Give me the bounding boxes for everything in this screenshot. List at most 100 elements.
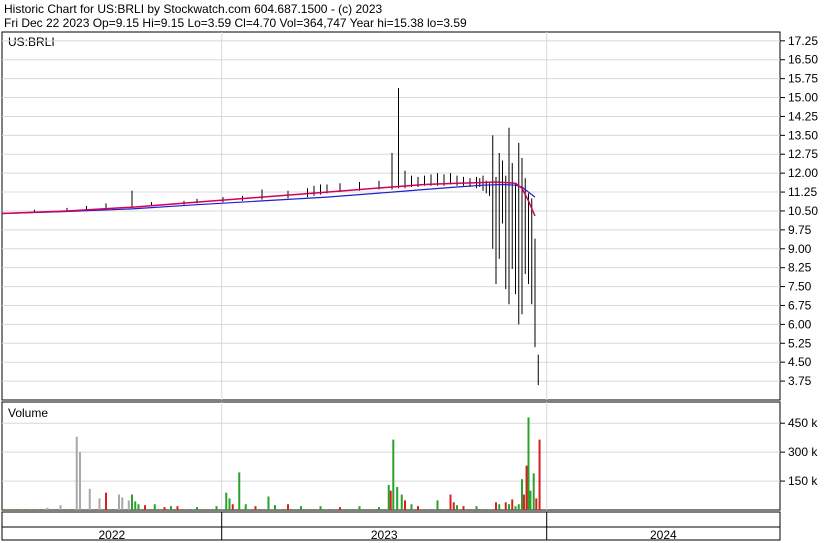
volume-bar (251, 509, 253, 510)
volume-bar (504, 502, 507, 510)
volume-bar (329, 509, 331, 510)
volume-bar (404, 500, 406, 510)
volume-bar (64, 509, 66, 510)
volume-bar (415, 509, 417, 510)
volume-bar (410, 504, 413, 510)
volume-bar (280, 509, 282, 510)
year-label: 2022 (98, 528, 125, 542)
volume-bar (295, 509, 297, 510)
volume-bar (56, 509, 58, 510)
volume-bar (139, 509, 141, 510)
price-tick-label: 10.50 (788, 204, 818, 218)
volume-bar (210, 509, 212, 510)
volume-bar (521, 479, 523, 510)
volume-bar (378, 507, 380, 510)
volume-bar (153, 504, 156, 510)
volume-bar (100, 509, 102, 510)
volume-bar (142, 509, 144, 510)
volume-bar (298, 509, 300, 510)
volume-bar (223, 509, 225, 510)
volume-bar (400, 494, 403, 510)
volume-bar (93, 509, 95, 510)
volume-bar (376, 509, 378, 510)
volume-bar (389, 490, 392, 510)
volume-bar (332, 509, 334, 510)
volume-bar (508, 504, 510, 510)
volume-bar (449, 494, 452, 510)
volume-bar (163, 507, 166, 510)
price-tick-label: 9.75 (788, 223, 812, 237)
volume-bar (48, 509, 50, 510)
volume-bar (290, 509, 292, 510)
volume-bar (360, 509, 362, 510)
volume-bar (462, 506, 465, 510)
volume-bar (517, 504, 520, 510)
volume-bar (475, 506, 478, 510)
volume-bar (207, 509, 209, 510)
volume-bar (498, 504, 501, 510)
volume-bar (33, 509, 35, 510)
volume-bar (485, 509, 487, 510)
volume-bar (108, 509, 110, 510)
volume-bar (41, 509, 43, 510)
volume-bar (46, 507, 49, 510)
volume-bar (264, 509, 266, 510)
volume-bar (522, 494, 525, 510)
volume-bar (527, 417, 530, 510)
volume-bar (425, 509, 427, 510)
volume-bar (501, 509, 503, 510)
volume-bar (217, 509, 219, 510)
volume-bar (535, 498, 538, 510)
volume-bar (61, 509, 63, 510)
volume-bar (51, 509, 53, 510)
volume-bar (184, 509, 186, 510)
volume-bar (204, 509, 206, 510)
volume-bar (490, 509, 492, 510)
volume-bar (17, 509, 19, 510)
volume-bar (470, 509, 472, 510)
volume-bar (306, 509, 308, 510)
price-tick-label: 11.25 (788, 185, 817, 199)
volume-bar (69, 509, 71, 510)
price-tick-label: 6.75 (788, 298, 812, 312)
volume-bar (12, 509, 14, 510)
volume-bar (111, 509, 113, 510)
volume-bar (272, 509, 274, 510)
volume-bar (334, 509, 336, 510)
volume-bar (495, 502, 497, 510)
volume-bar (300, 506, 302, 510)
volume-bar (181, 509, 183, 510)
price-tick-label: 12.00 (788, 166, 818, 180)
volume-bar (160, 509, 162, 510)
volume-bar (324, 509, 326, 510)
volume-bar (199, 509, 201, 510)
volume-bar (431, 509, 433, 510)
price-y-axis: 17.25 16.50 15.75 15.00 14.25 13.50 12.75 12.00… (780, 34, 818, 388)
volume-bar (2, 509, 4, 510)
volume-bar (147, 509, 149, 510)
volume-bar (433, 509, 435, 510)
volume-bar (311, 509, 313, 510)
volume-bar (35, 509, 37, 510)
volume-bar (363, 509, 365, 510)
volume-bar (88, 488, 91, 510)
volume-bar (459, 509, 461, 510)
volume-bar (105, 492, 107, 510)
volume-bar (158, 509, 160, 510)
volume-bar (191, 509, 193, 510)
volume-bar (116, 509, 118, 510)
volume-bar (514, 506, 517, 510)
price-tick-label: 7.50 (788, 280, 812, 294)
volume-bar (54, 509, 56, 510)
volume-bar (259, 509, 261, 510)
price-tick-label: 3.75 (788, 374, 812, 388)
volume-bar (30, 509, 32, 510)
volume-bar (228, 498, 231, 510)
volume-bar (215, 506, 218, 510)
volume-bar (241, 509, 243, 510)
volume-bar (396, 486, 399, 510)
volume-bar (371, 509, 373, 510)
volume-bar (4, 509, 6, 510)
volume-bar (327, 509, 329, 510)
volume-bar (168, 509, 170, 510)
